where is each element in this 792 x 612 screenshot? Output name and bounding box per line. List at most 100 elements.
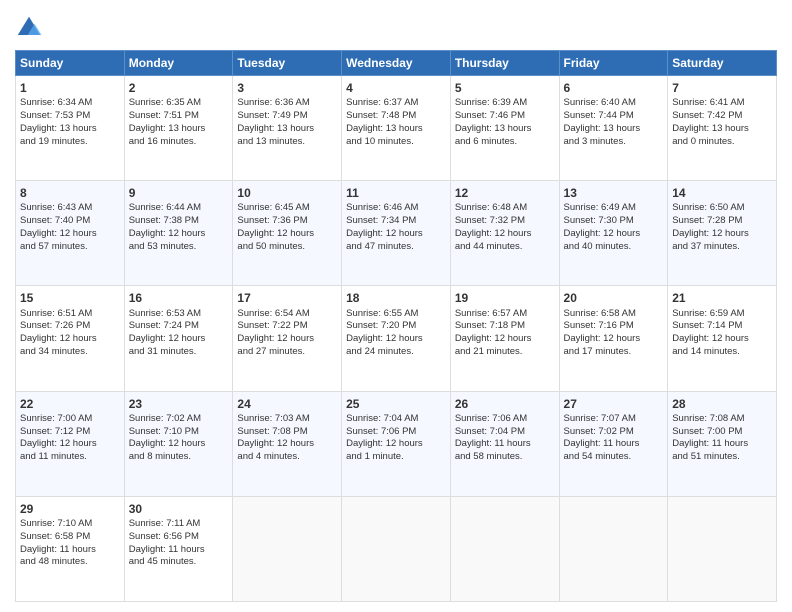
day-info-line: Daylight: 12 hours — [455, 228, 555, 241]
day-info-line: and 31 minutes. — [129, 346, 229, 359]
day-info-line: and 50 minutes. — [237, 241, 337, 254]
day-info-line: Daylight: 12 hours — [455, 333, 555, 346]
calendar-cell: 19Sunrise: 6:57 AMSunset: 7:18 PMDayligh… — [450, 286, 559, 391]
day-info-line: Sunrise: 7:07 AM — [564, 413, 664, 426]
calendar-header-row: SundayMondayTuesdayWednesdayThursdayFrid… — [16, 51, 777, 76]
col-header-wednesday: Wednesday — [342, 51, 451, 76]
calendar-cell: 27Sunrise: 7:07 AMSunset: 7:02 PMDayligh… — [559, 391, 668, 496]
day-info-line: Sunset: 7:00 PM — [672, 426, 772, 439]
day-info-line: Sunset: 6:58 PM — [20, 531, 120, 544]
day-info-line: Sunrise: 6:41 AM — [672, 97, 772, 110]
day-info-line: Sunset: 7:12 PM — [20, 426, 120, 439]
calendar-week-3: 15 Sunrise: 6:51 AMSunset: 7:26 PM Dayligh… — [16, 286, 777, 391]
day-info-line: Sunrise: 6:59 AM — [672, 308, 772, 321]
day-info-line: Sunset: 7:46 PM — [455, 110, 555, 123]
day-info-line: Sunrise: 6:54 AM — [237, 308, 337, 321]
day-info-line: Sunset: 7:18 PM — [455, 320, 555, 333]
calendar-cell: 22Sunrise: 7:00 AMSunset: 7:12 PMDayligh… — [16, 391, 125, 496]
day-info-line: Daylight: 13 hours — [129, 123, 229, 136]
day-number: 4 — [346, 80, 446, 96]
day-info-line: and 54 minutes. — [564, 451, 664, 464]
day-number: 6 — [564, 80, 664, 96]
day-info-line: Sunset: 7:36 PM — [237, 215, 337, 228]
day-number: 21 — [672, 290, 772, 306]
calendar-cell: 28Sunrise: 7:08 AMSunset: 7:00 PMDayligh… — [668, 391, 777, 496]
header — [15, 10, 777, 42]
day-info-line: Sunrise: 6:43 AM — [20, 202, 120, 215]
calendar-cell: 18Sunrise: 6:55 AMSunset: 7:20 PMDayligh… — [342, 286, 451, 391]
day-info-line: Sunset: 7:26 PM — [20, 320, 120, 333]
day-number: 16 — [129, 290, 229, 306]
calendar-cell — [450, 496, 559, 601]
day-number: 18 — [346, 290, 446, 306]
day-info-line: Daylight: 11 hours — [129, 544, 229, 557]
day-info-line: Daylight: 12 hours — [129, 228, 229, 241]
day-info-line: Sunrise: 7:10 AM — [20, 518, 120, 531]
calendar-cell — [559, 496, 668, 601]
day-info-line: Daylight: 11 hours — [564, 438, 664, 451]
calendar-week-5: 29Sunrise: 7:10 AMSunset: 6:58 PMDayligh… — [16, 496, 777, 601]
col-header-sunday: Sunday — [16, 51, 125, 76]
day-info-line: Sunrise: 6:40 AM — [564, 97, 664, 110]
day-info-line: Sunrise: 6:34 AM — [20, 97, 120, 110]
day-info-line: and 40 minutes. — [564, 241, 664, 254]
day-info-line: Daylight: 11 hours — [20, 544, 120, 557]
day-info-line: Daylight: 13 hours — [455, 123, 555, 136]
day-info-line: Sunrise: 6:58 AM — [564, 308, 664, 321]
day-number: 26 — [455, 396, 555, 412]
day-info-line: Daylight: 13 hours — [20, 123, 120, 136]
col-header-friday: Friday — [559, 51, 668, 76]
calendar-cell: 9Sunrise: 6:44 AMSunset: 7:38 PMDaylight… — [124, 181, 233, 286]
day-number: 8 — [20, 185, 120, 201]
day-info-line: Daylight: 12 hours — [237, 228, 337, 241]
day-info-line: Sunrise: 6:44 AM — [129, 202, 229, 215]
calendar-cell: 12Sunrise: 6:48 AMSunset: 7:32 PMDayligh… — [450, 181, 559, 286]
col-header-tuesday: Tuesday — [233, 51, 342, 76]
day-info-line: and 21 minutes. — [455, 346, 555, 359]
day-info-line: Sunset: 7:53 PM — [20, 110, 120, 123]
day-info-line: and 19 minutes. — [20, 136, 120, 149]
day-info-line: and 45 minutes. — [129, 556, 229, 569]
day-info-line: and 0 minutes. — [672, 136, 772, 149]
calendar-week-1: 1Sunrise: 6:34 AMSunset: 7:53 PMDaylight… — [16, 76, 777, 181]
calendar-cell: 3Sunrise: 6:36 AMSunset: 7:49 PMDaylight… — [233, 76, 342, 181]
day-info-line: Daylight: 12 hours — [20, 228, 120, 241]
day-info-line: Sunset: 7:20 PM — [346, 320, 446, 333]
day-info-line: Sunrise: 6:51 AM — [20, 308, 120, 321]
calendar-cell: 2Sunrise: 6:35 AMSunset: 7:51 PMDaylight… — [124, 76, 233, 181]
day-info-line: Sunset: 7:32 PM — [455, 215, 555, 228]
calendar-cell: 29Sunrise: 7:10 AMSunset: 6:58 PMDayligh… — [16, 496, 125, 601]
day-info-line: and 8 minutes. — [129, 451, 229, 464]
day-info-line: Sunrise: 6:46 AM — [346, 202, 446, 215]
day-info-line: and 44 minutes. — [455, 241, 555, 254]
day-info-line: Daylight: 12 hours — [564, 228, 664, 241]
calendar-cell: 10Sunrise: 6:45 AMSunset: 7:36 PMDayligh… — [233, 181, 342, 286]
day-info-line: Daylight: 12 hours — [346, 333, 446, 346]
logo-icon — [15, 14, 43, 42]
day-info-line: Sunset: 7:30 PM — [564, 215, 664, 228]
day-info-line: Sunset: 7:06 PM — [346, 426, 446, 439]
calendar-cell: 26Sunrise: 7:06 AMSunset: 7:04 PMDayligh… — [450, 391, 559, 496]
day-info-line: and 27 minutes. — [237, 346, 337, 359]
day-info-line: Sunset: 7:38 PM — [129, 215, 229, 228]
day-info-line: Sunrise: 6:57 AM — [455, 308, 555, 321]
day-info-line: Sunset: 7:02 PM — [564, 426, 664, 439]
day-number: 27 — [564, 396, 664, 412]
calendar-cell: 15Sunrise: 6:51 AMSunset: 7:26 PMDayligh… — [16, 286, 125, 391]
calendar-cell: 7Sunrise: 6:41 AMSunset: 7:42 PMDaylight… — [668, 76, 777, 181]
day-info-line: and 16 minutes. — [129, 136, 229, 149]
day-number: 9 — [129, 185, 229, 201]
day-info-line: Sunset: 7:42 PM — [672, 110, 772, 123]
day-info-line: Sunset: 7:04 PM — [455, 426, 555, 439]
calendar-cell — [668, 496, 777, 601]
day-number: 20 — [564, 290, 664, 306]
day-number: 15 — [20, 290, 120, 306]
day-info-line: Daylight: 12 hours — [129, 333, 229, 346]
day-info-line: Sunset: 7:49 PM — [237, 110, 337, 123]
calendar-cell: 1Sunrise: 6:34 AMSunset: 7:53 PMDaylight… — [16, 76, 125, 181]
calendar-cell: 5Sunrise: 6:39 AMSunset: 7:46 PMDaylight… — [450, 76, 559, 181]
day-info-line: and 37 minutes. — [672, 241, 772, 254]
day-number: 10 — [237, 185, 337, 201]
day-info-line: Sunrise: 6:36 AM — [237, 97, 337, 110]
day-info-line: Daylight: 12 hours — [346, 228, 446, 241]
